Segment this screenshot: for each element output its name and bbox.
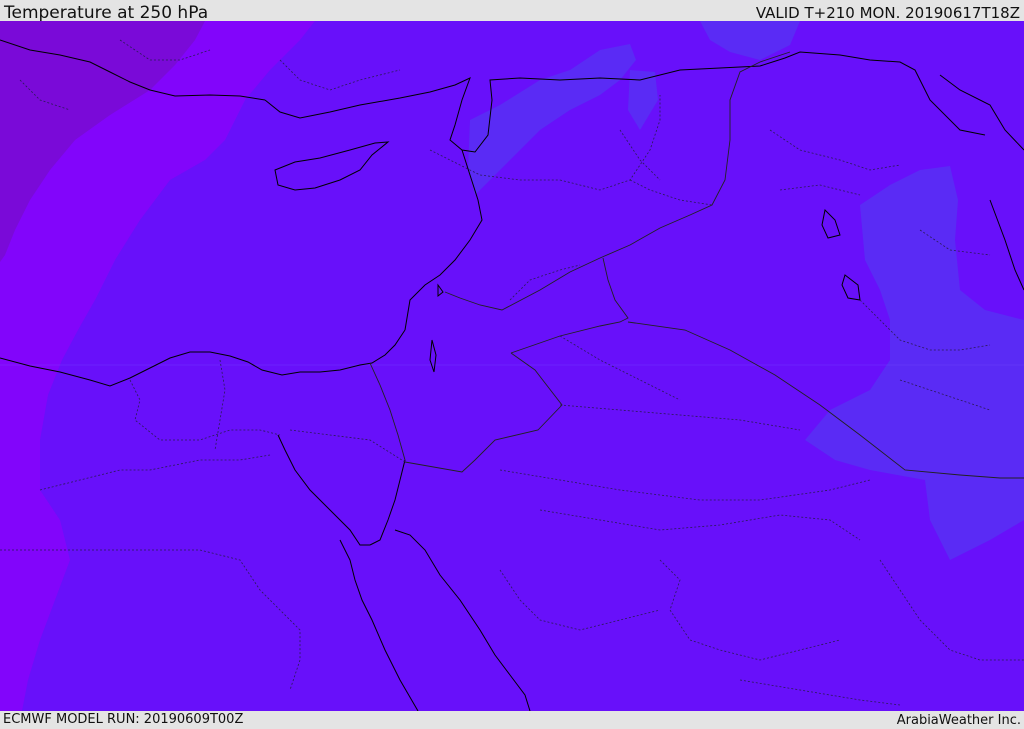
header-bar: Temperature at 250 hPa VALID T+210 MON. … <box>0 0 1024 23</box>
map-panel <box>0 21 1024 711</box>
footer-bar: ECMWF MODEL RUN: 20190609T00Z ArabiaWeat… <box>0 711 1024 729</box>
model-run-label: ECMWF MODEL RUN: 20190609T00Z <box>3 712 244 727</box>
temperature-map <box>0 21 1024 711</box>
credit-label: ArabiaWeather Inc. <box>896 713 1021 728</box>
map-title: Temperature at 250 hPa <box>4 3 209 23</box>
